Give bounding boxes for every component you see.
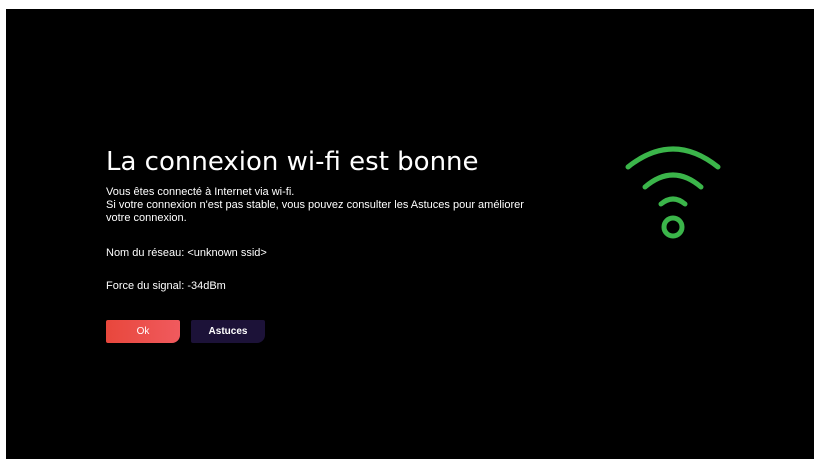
wifi-arc-outer bbox=[625, 146, 721, 170]
signal-strength: Force du signal: -34dBm bbox=[106, 280, 226, 292]
description-line: Vous êtes connecté à Internet via wi-fi. bbox=[106, 186, 295, 198]
wifi-dot bbox=[661, 215, 685, 239]
ok-button[interactable]: Ok bbox=[106, 320, 180, 343]
description-line: votre connexion. bbox=[106, 212, 187, 224]
wifi-arc-inner bbox=[658, 196, 688, 207]
page-title: La connexion wi-fi est bonne bbox=[106, 147, 479, 177]
tv-screen: La connexion wi-fi est bonne Vous êtes c… bbox=[6, 9, 814, 459]
wifi-icon bbox=[625, 146, 721, 239]
description-line: Si votre connexion n'est pas stable, vou… bbox=[106, 199, 524, 211]
wifi-arc-middle bbox=[642, 172, 704, 190]
description: Vous êtes connecté à Internet via wi-fi.… bbox=[106, 186, 586, 225]
tips-button[interactable]: Astuces bbox=[191, 320, 265, 343]
network-name: Nom du réseau: <unknown ssid> bbox=[106, 247, 267, 259]
